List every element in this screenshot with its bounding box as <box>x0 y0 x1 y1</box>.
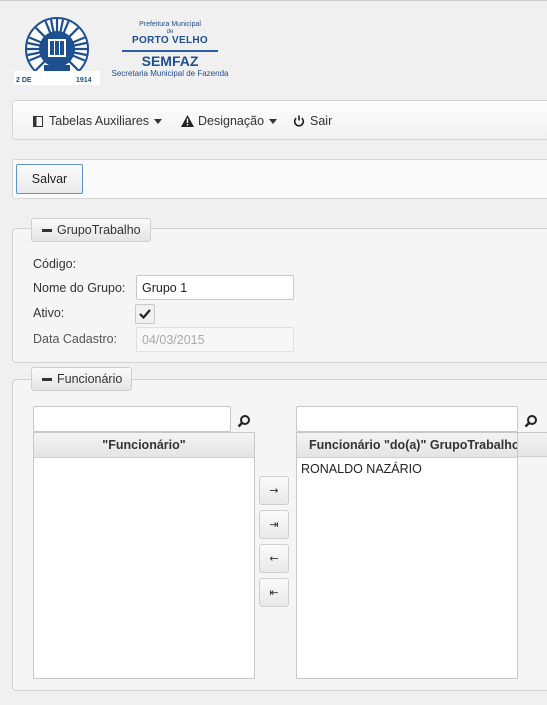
source-list-header: "Funcionário" <box>34 433 254 458</box>
book-icon <box>31 114 45 128</box>
target-filter-input[interactable] <box>296 406 518 432</box>
brand-prefeitura: Prefeitura Municipal <box>139 21 201 28</box>
chevron-down-icon <box>154 118 163 124</box>
brand-org: SEMFAZ <box>141 53 199 69</box>
menu-tabelas-auxiliares-label: Tabelas Auxiliares <box>49 114 150 128</box>
brand-city: PORTO VELHO <box>132 35 208 46</box>
target-list-header-overflow <box>518 432 547 457</box>
save-button[interactable]: Salvar <box>16 164 83 194</box>
target-list[interactable]: Funcionário "do(a)" GrupoTrabalho RONALD… <box>296 432 518 679</box>
source-filter-input[interactable] <box>33 406 231 432</box>
menu-designacao[interactable]: Designação <box>180 113 278 129</box>
move-all-right-button[interactable]: ⇥ <box>259 510 289 539</box>
nome-grupo-input[interactable] <box>136 275 294 300</box>
data-cadastro-label: Data Cadastro: <box>33 332 118 346</box>
power-icon <box>292 114 306 128</box>
move-all-left-button[interactable]: ⇤ <box>259 578 289 607</box>
target-list-header: Funcionário "do(a)" GrupoTrabalho <box>297 433 517 458</box>
menu-tabelas-auxiliares[interactable]: Tabelas Auxiliares <box>31 113 163 129</box>
seal-graphic: 2 DE OUTUBRO 1914 <box>14 17 100 85</box>
brand-rule <box>122 50 218 52</box>
brand-org-full: Secretaria Municipal de Fazenda <box>111 69 229 78</box>
data-cadastro-input <box>136 327 294 352</box>
menu-sair-label: Sair <box>310 114 333 128</box>
codigo-label: Código: <box>33 257 77 271</box>
search-icon[interactable] <box>237 414 251 428</box>
chevron-down-icon <box>269 118 278 124</box>
grupo-trabalho-panel: GrupoTrabalho Código: Nome do Grupo: Ati… <box>12 218 547 363</box>
header: 2 DE OUTUBRO 1914 Prefeitura Municipal d… <box>0 1 547 97</box>
funcionario-legend-toggle[interactable]: Funcionário <box>31 367 133 391</box>
seal-year-text: 1914 <box>76 77 92 84</box>
ativo-label: Ativo: <box>33 306 65 320</box>
funcionario-legend-label: Funcionário <box>57 372 123 386</box>
nome-grupo-label: Nome do Grupo: <box>33 281 126 295</box>
seal-month-text: OUTUBRO <box>42 72 73 78</box>
ativo-checkbox[interactable] <box>135 304 155 324</box>
move-left-button[interactable]: ← <box>259 544 289 573</box>
grupo-trabalho-legend-toggle[interactable]: GrupoTrabalho <box>31 218 151 242</box>
move-right-button[interactable]: → <box>259 476 289 505</box>
city-seal-logo: 2 DE OUTUBRO 1914 <box>14 15 100 87</box>
warning-icon <box>180 114 194 128</box>
seal-left-text: 2 DE <box>16 77 32 84</box>
grupo-trabalho-legend-label: GrupoTrabalho <box>57 223 141 237</box>
menubar: Tabelas Auxiliares Designação Sair <box>12 100 547 140</box>
brand-text: Prefeitura Municipal de PORTO VELHO SEMF… <box>100 21 240 78</box>
menu-sair[interactable]: Sair <box>292 113 332 129</box>
minus-icon <box>42 228 52 232</box>
list-item[interactable]: RONALDO NAZÁRIO <box>297 458 517 480</box>
checkmark-icon <box>139 309 151 319</box>
search-icon[interactable] <box>524 414 538 428</box>
menu-designacao-label: Designação <box>198 114 265 128</box>
source-list[interactable]: "Funcionário" <box>33 432 255 679</box>
minus-icon <box>42 377 52 381</box>
toolbar: Salvar <box>12 159 547 199</box>
